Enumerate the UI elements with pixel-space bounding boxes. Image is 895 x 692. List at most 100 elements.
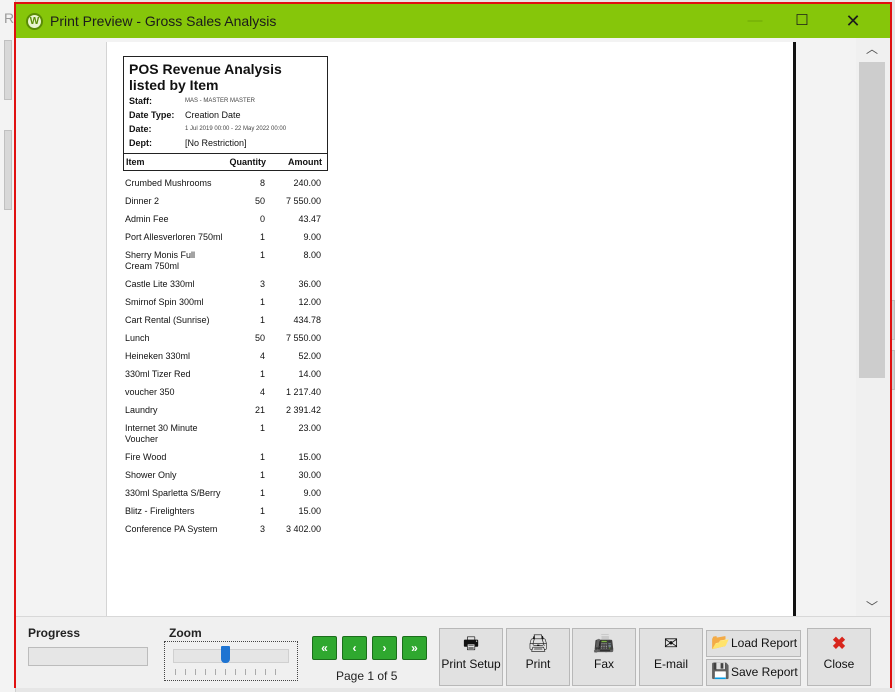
report-cell-item: Blitz - Firelighters bbox=[125, 506, 195, 516]
first-page-button[interactable]: « bbox=[312, 636, 337, 660]
date-key: Date: bbox=[129, 124, 152, 134]
report-row: Heineken 330ml 4 52.00 bbox=[123, 351, 328, 362]
background-panel bbox=[4, 40, 12, 100]
background-window-letter: R bbox=[4, 10, 15, 26]
report-row: Fire Wood 1 15.00 bbox=[123, 452, 328, 463]
date-type-value: Creation Date bbox=[185, 110, 241, 120]
report-row: Admin Fee 0 43.47 bbox=[123, 214, 328, 225]
report-cell-qty: 1 bbox=[259, 315, 265, 325]
report-cell-qty: 1 bbox=[259, 250, 265, 260]
report-cell-item: Conference PA System bbox=[125, 524, 218, 534]
report-cell-item: 330ml Tizer Red bbox=[125, 369, 191, 379]
report-row: Dinner 2 50 7 550.00 bbox=[123, 196, 328, 207]
report-cell-amount: 240.00 bbox=[293, 178, 321, 188]
report-row: Shower Only 1 30.00 bbox=[123, 470, 328, 481]
fax-button[interactable]: 📠 Fax bbox=[572, 628, 636, 686]
report-row: Conference PA System 3 3 402.00 bbox=[123, 524, 328, 535]
minimize-button[interactable]: — bbox=[732, 4, 778, 38]
print-preview-window: W Print Preview - Gross Sales Analysis —… bbox=[14, 2, 892, 688]
preview-area[interactable]: POS Revenue Analysis listed by Item Staf… bbox=[16, 38, 890, 616]
print-setup-button[interactable]: 🖶 Print Setup bbox=[439, 628, 503, 686]
fax-label: Fax bbox=[593, 657, 614, 671]
close-window-button[interactable]: ✕ bbox=[830, 4, 876, 38]
zoom-slider[interactable] bbox=[164, 641, 298, 681]
report-row: Internet 30 Minute Voucher 1 23.00 bbox=[123, 423, 328, 445]
report-cell-item: Smirnof Spin 300ml bbox=[125, 297, 204, 307]
report-cell-qty: 3 bbox=[259, 279, 265, 289]
report-cell-amount: 36.00 bbox=[298, 279, 321, 289]
report-cell-item: Admin Fee bbox=[125, 214, 169, 224]
scroll-up-icon[interactable]: ︿ bbox=[866, 40, 878, 57]
report-row: Blitz - Firelighters 1 15.00 bbox=[123, 506, 328, 517]
previous-page-button[interactable]: ‹ bbox=[342, 636, 367, 660]
window-title: Print Preview - Gross Sales Analysis bbox=[50, 13, 277, 29]
report-cell-item: Dinner 2 bbox=[125, 196, 160, 206]
first-page-icon: « bbox=[321, 641, 328, 655]
date-value: 1 Jul 2019 00:00 - 22 May 2022 00:00 bbox=[185, 126, 287, 132]
report-cell-qty: 21 bbox=[254, 405, 265, 415]
zoom-track[interactable] bbox=[173, 649, 289, 663]
report-cell-item: Internet 30 Minute Voucher bbox=[125, 423, 198, 444]
load-report-button[interactable]: 📂 Load Report bbox=[706, 630, 801, 657]
report-cell-amount: 1 217.40 bbox=[285, 387, 321, 397]
print-label: Print bbox=[525, 657, 551, 671]
report-cell-item: Sherry Monis Full Cream 750ml bbox=[125, 250, 196, 271]
report-cell-item: Fire Wood bbox=[125, 452, 167, 462]
report-cell-amount: 12.00 bbox=[298, 297, 321, 307]
report-cell-item: Heineken 330ml bbox=[125, 351, 191, 361]
report-cell-amount: 43.47 bbox=[298, 214, 321, 224]
report-cell-qty: 8 bbox=[259, 178, 265, 188]
previous-page-icon: ‹ bbox=[352, 641, 357, 655]
report-row: Crumbed Mushrooms 8 240.00 bbox=[123, 178, 328, 189]
zoom-ticks bbox=[175, 669, 285, 675]
report-row: 330ml Tizer Red 1 14.00 bbox=[123, 369, 328, 380]
staff-row: Staff: MAS - MASTER MASTER bbox=[129, 96, 322, 107]
report-cell-qty: 50 bbox=[254, 196, 265, 206]
progress-label: Progress bbox=[28, 626, 81, 640]
dept-key: Dept: bbox=[129, 138, 152, 148]
save-report-label: Save Report bbox=[731, 665, 798, 679]
email-label: E-mail bbox=[653, 657, 688, 671]
report-cell-item: 330ml Sparletta S/Berry bbox=[125, 488, 221, 498]
date-type-key: Date Type: bbox=[129, 110, 175, 120]
background-panel bbox=[4, 130, 12, 210]
last-page-button[interactable]: » bbox=[402, 636, 427, 660]
dept-row: Dept: [No Restriction] bbox=[129, 138, 322, 149]
report-row: Port Allesverloren 750ml 1 9.00 bbox=[123, 232, 328, 243]
report-cell-qty: 4 bbox=[259, 351, 265, 361]
report-column-headers: Item Quantity Amount bbox=[123, 154, 328, 171]
save-report-icon: 💾 bbox=[711, 663, 730, 680]
report-row: Smirnof Spin 300ml 1 12.00 bbox=[123, 297, 328, 308]
vertical-scrollbar[interactable]: ︿ ﹀ bbox=[856, 38, 890, 616]
save-report-button[interactable]: 💾 Save Report bbox=[706, 659, 801, 686]
next-page-button[interactable]: › bbox=[372, 636, 397, 660]
report-page: POS Revenue Analysis listed by Item Staf… bbox=[106, 42, 796, 616]
report-cell-qty: 1 bbox=[259, 232, 265, 242]
email-button[interactable]: ✉ E-mail bbox=[639, 628, 703, 686]
maximize-button[interactable]: ☐ bbox=[779, 4, 825, 38]
report-cell-qty: 1 bbox=[259, 452, 265, 462]
zoom-thumb[interactable] bbox=[221, 646, 231, 663]
scrollbar-thumb[interactable] bbox=[859, 62, 885, 378]
close-button[interactable]: ✖ Close bbox=[807, 628, 871, 686]
dept-value: [No Restriction] bbox=[185, 138, 247, 148]
report-cell-amount: 30.00 bbox=[298, 470, 321, 480]
maximize-icon: ☐ bbox=[795, 12, 809, 29]
report-cell-amount: 14.00 bbox=[298, 369, 321, 379]
app-icon: W bbox=[26, 13, 43, 30]
print-button[interactable]: 🖨 Print bbox=[506, 628, 570, 686]
folder-open-icon: 📂 bbox=[711, 634, 730, 651]
report-row: Cart Rental (Sunrise) 1 434.78 bbox=[123, 315, 328, 326]
report-cell-qty: 1 bbox=[259, 506, 265, 516]
scroll-down-icon[interactable]: ﹀ bbox=[866, 598, 878, 615]
last-page-icon: » bbox=[411, 641, 418, 655]
report-row: 330ml Sparletta S/Berry 1 9.00 bbox=[123, 488, 328, 499]
report-cell-item: voucher 350 bbox=[125, 387, 175, 397]
report-cell-qty: 1 bbox=[259, 470, 265, 480]
report-cell-amount: 9.00 bbox=[303, 488, 321, 498]
report-cell-qty: 3 bbox=[259, 524, 265, 534]
report-cell-qty: 1 bbox=[259, 369, 265, 379]
staff-value: MAS - MASTER MASTER bbox=[185, 98, 256, 104]
column-header-amount: Amount bbox=[288, 157, 322, 167]
title-bar[interactable]: W Print Preview - Gross Sales Analysis —… bbox=[16, 4, 890, 38]
